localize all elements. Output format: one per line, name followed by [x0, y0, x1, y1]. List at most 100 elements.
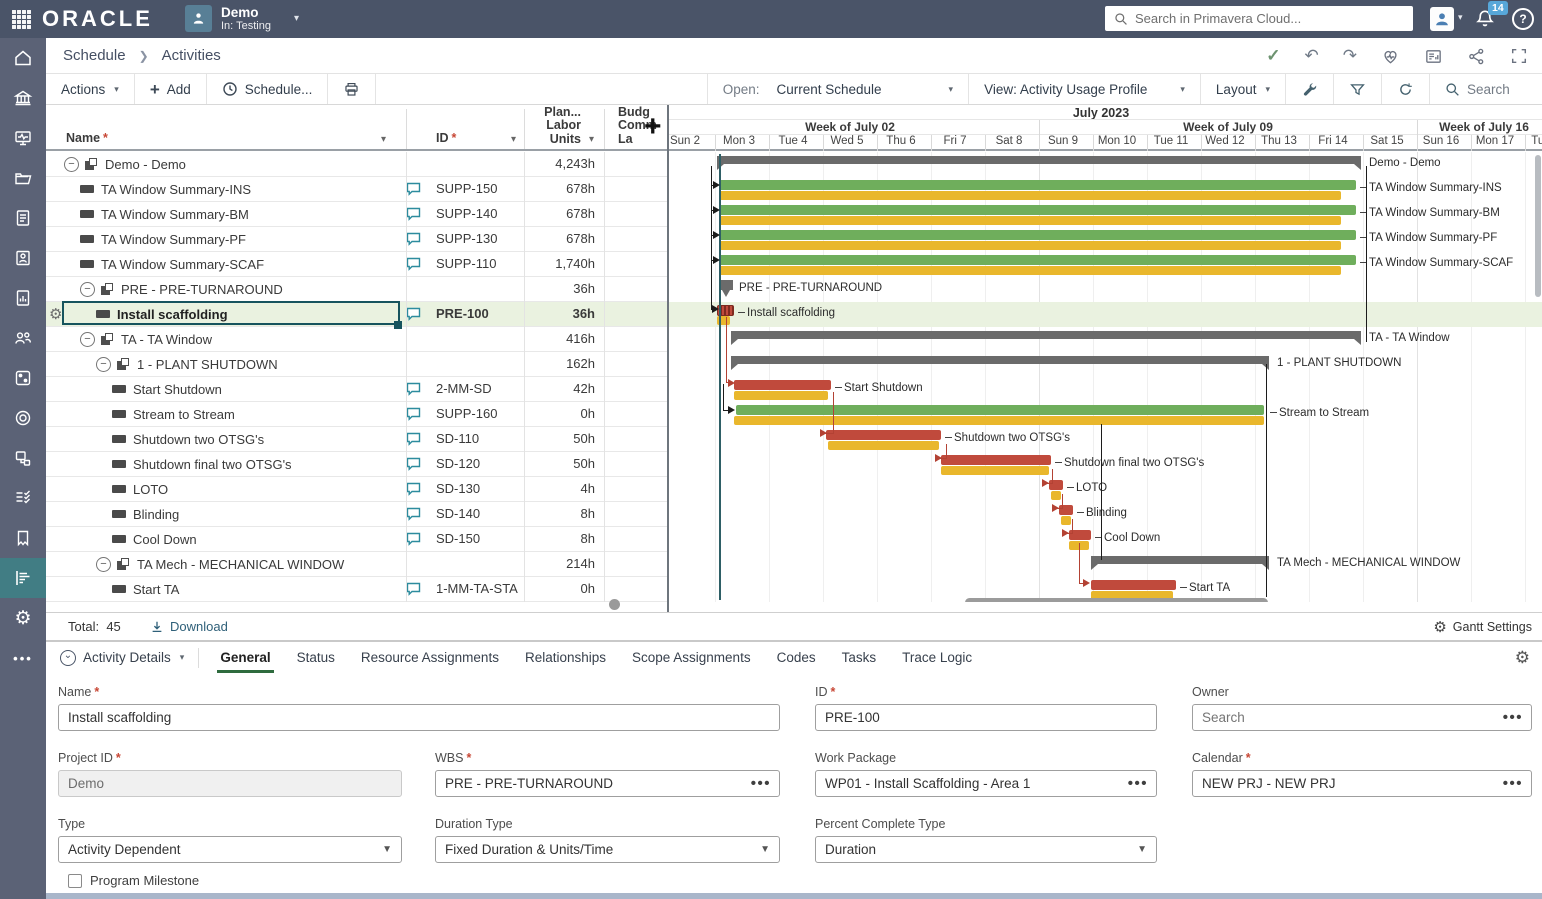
collapse-icon[interactable]: − — [96, 357, 111, 372]
gantt-row[interactable]: Start Shutdown — [669, 377, 1542, 402]
comment-bubble-icon[interactable] — [406, 232, 421, 249]
type-select[interactable]: Activity Dependent▼ — [58, 836, 402, 863]
nav-more-icon[interactable]: ••• — [0, 638, 46, 678]
refresh-button[interactable] — [1381, 74, 1429, 104]
table-row[interactable]: Cool DownSD-1508h — [46, 527, 668, 552]
gantt-bar-yellow2[interactable] — [734, 391, 828, 400]
column-menu-chevron-icon[interactable]: ▾ — [589, 134, 594, 145]
gantt-bar-yellow2[interactable] — [1061, 516, 1071, 525]
table-row[interactable]: TA Window Summary-BMSUPP-140678h — [46, 202, 668, 227]
name-input[interactable] — [59, 710, 779, 725]
comment-bubble-icon[interactable] — [406, 207, 421, 224]
tab-codes[interactable]: Codes — [764, 642, 829, 673]
comment-bubble-icon[interactable] — [406, 582, 421, 599]
tab-trace-logic[interactable]: Trace Logic — [889, 642, 985, 673]
comment-bubble-icon[interactable] — [406, 382, 421, 399]
gantt-bar-summary[interactable] — [717, 156, 1361, 164]
customize-button[interactable] — [1285, 74, 1333, 104]
tab-relationships[interactable]: Relationships — [512, 642, 619, 673]
gantt-bar-yellow2[interactable] — [734, 416, 1264, 425]
gantt-row[interactable]: Stream to Stream — [669, 402, 1542, 427]
gantt-row[interactable]: 1 - PLANT SHUTDOWN — [669, 352, 1542, 377]
nav-workspaces-icon[interactable] — [0, 158, 46, 198]
gantt-bar-yellow2[interactable] — [1051, 491, 1061, 500]
tab-scope-assignments[interactable]: Scope Assignments — [619, 642, 764, 673]
table-row[interactable]: LOTOSD-1304h — [46, 477, 668, 502]
tab-resource-assignments[interactable]: Resource Assignments — [348, 642, 512, 673]
column-header-name[interactable]: Name* — [66, 131, 108, 145]
gantt-row[interactable]: TA - TA Window — [669, 327, 1542, 352]
duration-type-select[interactable]: Fixed Duration & Units/Time▼ — [435, 836, 780, 863]
collapse-icon[interactable]: − — [80, 282, 95, 297]
program-milestone-checkbox[interactable] — [68, 874, 82, 888]
nav-home-icon[interactable] — [0, 38, 46, 78]
gantt-bar-yellow2[interactable] — [719, 241, 1341, 250]
comment-bubble-icon[interactable] — [406, 532, 421, 549]
undo-icon[interactable]: ↶ — [1305, 46, 1319, 66]
table-row[interactable]: ⚙Install scaffoldingPRE-10036h — [46, 302, 668, 327]
table-row[interactable]: −PRE - PRE-TURNAROUND36h — [46, 277, 668, 302]
lookup-ellipsis-icon[interactable]: ••• — [751, 775, 771, 792]
gantt-bar-green[interactable] — [719, 180, 1356, 190]
project-switcher[interactable]: Demo In: Testing ▾ — [185, 5, 299, 32]
gantt-bar-yellow2[interactable] — [941, 466, 1049, 475]
lookup-ellipsis-icon[interactable]: ••• — [1503, 709, 1523, 726]
table-row[interactable]: TA Window Summary-INSSUPP-150678h — [46, 177, 668, 202]
fullscreen-icon[interactable] — [1510, 47, 1528, 65]
comment-bubble-icon[interactable] — [406, 457, 421, 474]
gantt-bar-flag[interactable] — [719, 280, 733, 290]
table-row[interactable]: BlindingSD-1408h — [46, 502, 668, 527]
comment-bubble-icon[interactable] — [406, 257, 421, 274]
gantt-row[interactable]: Cool Down — [669, 527, 1542, 552]
comment-bubble-icon[interactable] — [406, 182, 421, 199]
health-icon[interactable] — [1381, 47, 1400, 66]
gantt-bar-green[interactable] — [719, 230, 1356, 240]
gantt-bar-yellow2[interactable] — [719, 191, 1341, 200]
nav-settings-gear-icon[interactable]: ⚙ — [0, 598, 46, 638]
report-panel-icon[interactable] — [1424, 47, 1443, 66]
gantt-bar-green[interactable] — [719, 205, 1356, 215]
tab-general[interactable]: General — [207, 642, 283, 673]
gantt-row[interactable]: LOTO — [669, 477, 1542, 502]
share-icon[interactable] — [1467, 47, 1486, 66]
download-link[interactable]: Download — [150, 619, 228, 634]
avatar-caret-icon[interactable]: ▾ — [1458, 12, 1463, 23]
collapse-icon[interactable]: − — [64, 157, 79, 172]
nav-objectives-icon[interactable] — [0, 398, 46, 438]
nav-documents-icon[interactable] — [0, 198, 46, 238]
comment-bubble-icon[interactable] — [406, 507, 421, 524]
lookup-ellipsis-icon[interactable]: ••• — [1128, 775, 1148, 792]
gantt-bar-red[interactable] — [734, 380, 831, 390]
gantt-bar-summary[interactable] — [1091, 556, 1269, 564]
gantt-bar-yellow2[interactable] — [828, 441, 939, 450]
comment-bubble-icon[interactable] — [406, 482, 421, 499]
comment-bubble-icon[interactable] — [406, 407, 421, 424]
nav-resources-icon[interactable] — [0, 318, 46, 358]
nav-scope-icon[interactable] — [0, 518, 46, 558]
table-row[interactable]: Stream to StreamSUPP-1600h — [46, 402, 668, 427]
gantt-row[interactable]: TA Window Summary-SCAF — [669, 252, 1542, 277]
wbs-input[interactable] — [436, 776, 779, 791]
lookup-ellipsis-icon[interactable]: ••• — [1503, 775, 1523, 792]
id-input[interactable] — [816, 710, 1156, 725]
global-search-input[interactable]: Search in Primavera Cloud... — [1105, 6, 1413, 31]
table-row[interactable]: −TA - TA Window416h — [46, 327, 668, 352]
actions-menu-button[interactable]: Actions▾ — [46, 74, 135, 104]
gantt-bar-red[interactable] — [1091, 580, 1176, 590]
gantt-bar-green[interactable] — [736, 405, 1264, 415]
gantt-row[interactable]: PRE - PRE-TURNAROUND — [669, 277, 1542, 302]
breadcrumb-schedule[interactable]: Schedule — [63, 47, 126, 64]
gantt-settings-button[interactable]: ⚙ Gantt Settings — [1433, 618, 1532, 636]
nav-contacts-icon[interactable] — [0, 238, 46, 278]
gantt-bar-summary[interactable] — [731, 356, 1269, 364]
percent-complete-type-select[interactable]: Duration▼ — [815, 836, 1157, 863]
table-row[interactable]: TA Window Summary-SCAFSUPP-1101,740h — [46, 252, 668, 277]
nav-risk-icon[interactable] — [0, 358, 46, 398]
activity-details-selector[interactable]: ⌄ Activity Details ▾ — [46, 642, 198, 673]
collapse-icon[interactable]: − — [80, 332, 95, 347]
app-grid-icon[interactable] — [12, 10, 31, 29]
gantt-row[interactable]: TA Window Summary-BM — [669, 202, 1542, 227]
gantt-row[interactable]: TA Window Summary-PF — [669, 227, 1542, 252]
add-button[interactable]: +Add — [135, 74, 207, 104]
table-row[interactable]: −1 - PLANT SHUTDOWN162h — [46, 352, 668, 377]
